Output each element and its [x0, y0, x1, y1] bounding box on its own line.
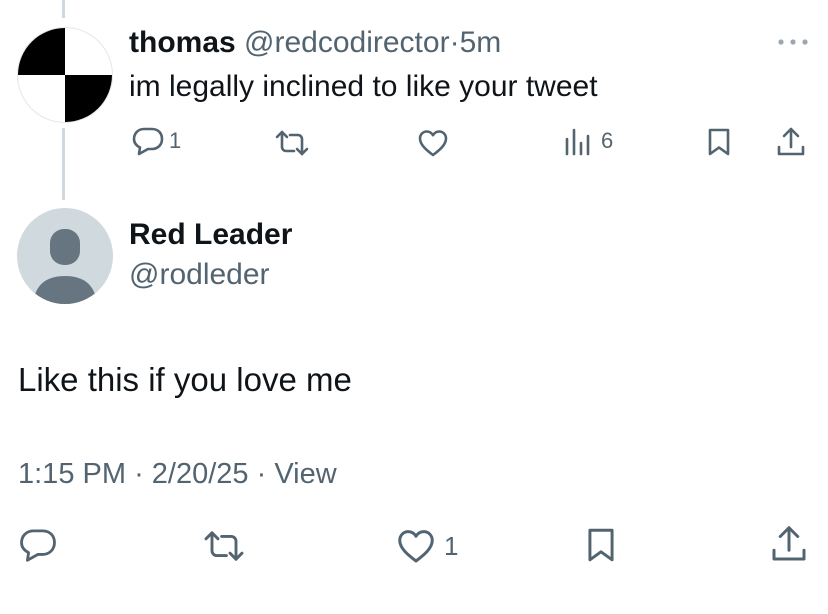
- heart-icon: [398, 530, 434, 563]
- meta-separator: ·: [134, 458, 144, 490]
- reply-author-handle[interactable]: @redcodirector: [244, 26, 450, 59]
- views-button[interactable]: 6: [563, 126, 613, 156]
- main-author-handle[interactable]: @rodleder: [129, 256, 270, 294]
- share-icon: [772, 526, 806, 561]
- views-link[interactable]: View: [274, 458, 336, 490]
- retweet-icon: [275, 130, 309, 156]
- like-button[interactable]: [417, 128, 449, 158]
- main-tweet-text: Like this if you love me: [18, 361, 352, 398]
- reply-button[interactable]: [18, 526, 58, 564]
- reply-button[interactable]: 1: [131, 126, 181, 156]
- retweet-icon: [204, 531, 244, 561]
- reply-header: thomas @redcodirector·5m: [129, 24, 501, 62]
- main-tweet-time[interactable]: 1:15 PM: [18, 458, 126, 490]
- meta-separator: ·: [256, 458, 267, 490]
- main-tweet-meta: 1:15 PM · 2/20/25 · View: [18, 455, 337, 493]
- bookmark-icon: [588, 528, 614, 562]
- bookmark-icon: [708, 128, 730, 156]
- reply-text: im legally inclined to like your tweet: [129, 70, 598, 103]
- retweet-button[interactable]: [274, 128, 310, 158]
- bookmark-button[interactable]: [706, 127, 732, 157]
- views-chart-icon: [565, 128, 590, 156]
- reply-author-name[interactable]: thomas: [129, 26, 236, 59]
- share-icon: [777, 127, 805, 156]
- views-count: 6: [601, 128, 614, 153]
- bookmark-button[interactable]: [585, 525, 617, 565]
- reply-bubble-icon: [20, 529, 56, 562]
- share-button[interactable]: [770, 524, 808, 564]
- thread-line: [62, 0, 65, 18]
- heart-icon: [418, 130, 448, 157]
- main-tweet-date[interactable]: 2/20/25: [152, 458, 249, 490]
- reply-bubble-icon: [132, 127, 164, 156]
- avatar[interactable]: [17, 208, 113, 304]
- retweet-button[interactable]: [202, 528, 246, 564]
- reply-count: 1: [169, 128, 182, 153]
- avatar[interactable]: [17, 27, 113, 123]
- default-avatar-icon: [33, 229, 97, 304]
- like-count: 1: [444, 530, 459, 561]
- share-button[interactable]: [776, 126, 806, 158]
- thread-line: [62, 128, 65, 200]
- reply-timestamp[interactable]: 5m: [460, 26, 502, 59]
- more-dots-icon[interactable]: [776, 32, 810, 52]
- like-button[interactable]: 1: [396, 527, 458, 565]
- meta-separator: ·: [449, 26, 460, 59]
- main-author-name[interactable]: Red Leader: [129, 216, 292, 254]
